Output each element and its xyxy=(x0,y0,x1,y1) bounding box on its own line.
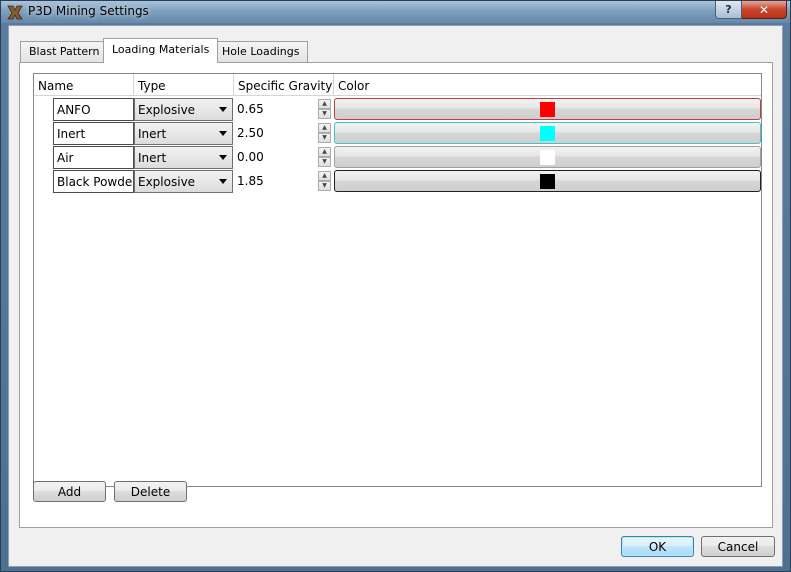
dialog-body: Blast Pattern Loading Materials Hole Loa… xyxy=(8,25,783,567)
material-type-value: Explosive xyxy=(138,103,196,117)
add-button[interactable]: Add xyxy=(33,481,106,502)
column-header-name[interactable]: Name xyxy=(34,74,134,96)
chevron-down-icon xyxy=(219,107,227,112)
table-header: Name Type Specific Gravity Color xyxy=(34,74,761,96)
spin-up-arrow-icon[interactable]: ▲ xyxy=(318,99,331,109)
material-type-dropdown[interactable]: Explosive xyxy=(134,170,233,193)
window-title: P3D Mining Settings xyxy=(28,4,149,18)
spin-down-arrow-icon[interactable]: ▼ xyxy=(318,157,331,167)
settings-window: P3D Mining Settings ? ✕ Blast Pattern Lo… xyxy=(0,0,791,572)
material-name-field[interactable]: Black Powder xyxy=(53,170,134,193)
table-row: ANFO Explosive 0.65 ▲ ▼ xyxy=(34,97,761,121)
column-header-color[interactable]: Color xyxy=(334,74,761,96)
color-picker-button[interactable] xyxy=(334,98,761,120)
title-bar[interactable]: P3D Mining Settings ? ✕ xyxy=(1,1,790,23)
column-header-specific-gravity[interactable]: Specific Gravity xyxy=(234,74,334,96)
app-icon xyxy=(7,5,23,20)
spin-down-arrow-icon[interactable]: ▼ xyxy=(318,109,331,119)
specific-gravity-spinbox[interactable]: 0.65 ▲ ▼ xyxy=(234,98,332,121)
tab-blast-pattern[interactable]: Blast Pattern xyxy=(20,41,109,62)
help-icon: ? xyxy=(725,3,732,16)
tab-hole-loadings[interactable]: Hole Loadings xyxy=(213,41,309,62)
color-picker-button[interactable] xyxy=(334,146,761,168)
color-swatch xyxy=(540,150,555,165)
spin-up-arrow-icon[interactable]: ▲ xyxy=(318,171,331,181)
chevron-down-icon xyxy=(219,131,227,136)
specific-gravity-spinbox[interactable]: 0.00 ▲ ▼ xyxy=(234,146,332,169)
spin-up-arrow-icon[interactable]: ▲ xyxy=(318,147,331,157)
color-swatch xyxy=(540,126,555,141)
specific-gravity-value: 0.00 xyxy=(237,150,264,164)
material-type-value: Explosive xyxy=(138,175,196,189)
material-name-field[interactable]: ANFO xyxy=(53,98,134,121)
color-swatch xyxy=(540,102,555,117)
material-type-value: Inert xyxy=(138,127,167,141)
specific-gravity-value: 1.85 xyxy=(237,174,264,188)
chevron-down-icon xyxy=(219,155,227,160)
cancel-button[interactable]: Cancel xyxy=(701,536,775,557)
specific-gravity-value: 0.65 xyxy=(237,102,264,116)
material-type-value: Inert xyxy=(138,151,167,165)
spin-buttons: ▲ ▼ xyxy=(318,147,331,167)
spin-buttons: ▲ ▼ xyxy=(318,171,331,191)
specific-gravity-value: 2.50 xyxy=(237,126,264,140)
chevron-down-icon xyxy=(219,179,227,184)
material-type-dropdown[interactable]: Explosive xyxy=(134,98,233,121)
close-icon: ✕ xyxy=(758,2,770,17)
help-button[interactable]: ? xyxy=(715,1,742,19)
row-header[interactable] xyxy=(34,121,53,145)
specific-gravity-spinbox[interactable]: 2.50 ▲ ▼ xyxy=(234,122,332,145)
material-type-dropdown[interactable]: Inert xyxy=(134,146,233,169)
ok-button[interactable]: OK xyxy=(621,536,694,557)
table-row: Black Powder Explosive 1.85 ▲ ▼ xyxy=(34,169,761,193)
delete-button[interactable]: Delete xyxy=(114,481,187,502)
spin-buttons: ▲ ▼ xyxy=(318,99,331,119)
material-type-dropdown[interactable]: Inert xyxy=(134,122,233,145)
row-header[interactable] xyxy=(34,169,53,193)
table-row: Inert Inert 2.50 ▲ ▼ xyxy=(34,121,761,145)
loading-materials-pane: Name Type Specific Gravity Color ANFO Ex… xyxy=(19,62,773,528)
close-button[interactable]: ✕ xyxy=(742,1,787,19)
table-row: Air Inert 0.00 ▲ ▼ xyxy=(34,145,761,169)
color-picker-button[interactable] xyxy=(334,170,761,192)
spin-up-arrow-icon[interactable]: ▲ xyxy=(318,123,331,133)
material-name-field[interactable]: Inert xyxy=(53,122,134,145)
row-header[interactable] xyxy=(34,145,53,169)
color-picker-button[interactable] xyxy=(334,122,761,144)
spin-down-arrow-icon[interactable]: ▼ xyxy=(318,181,331,191)
row-header[interactable] xyxy=(34,97,53,121)
specific-gravity-spinbox[interactable]: 1.85 ▲ ▼ xyxy=(234,170,332,193)
spin-down-arrow-icon[interactable]: ▼ xyxy=(318,133,331,143)
tab-loading-materials[interactable]: Loading Materials xyxy=(103,38,219,63)
materials-table: Name Type Specific Gravity Color ANFO Ex… xyxy=(33,73,762,487)
column-header-type[interactable]: Type xyxy=(134,74,234,96)
color-swatch xyxy=(540,174,555,189)
spin-buttons: ▲ ▼ xyxy=(318,123,331,143)
material-name-field[interactable]: Air xyxy=(53,146,134,169)
